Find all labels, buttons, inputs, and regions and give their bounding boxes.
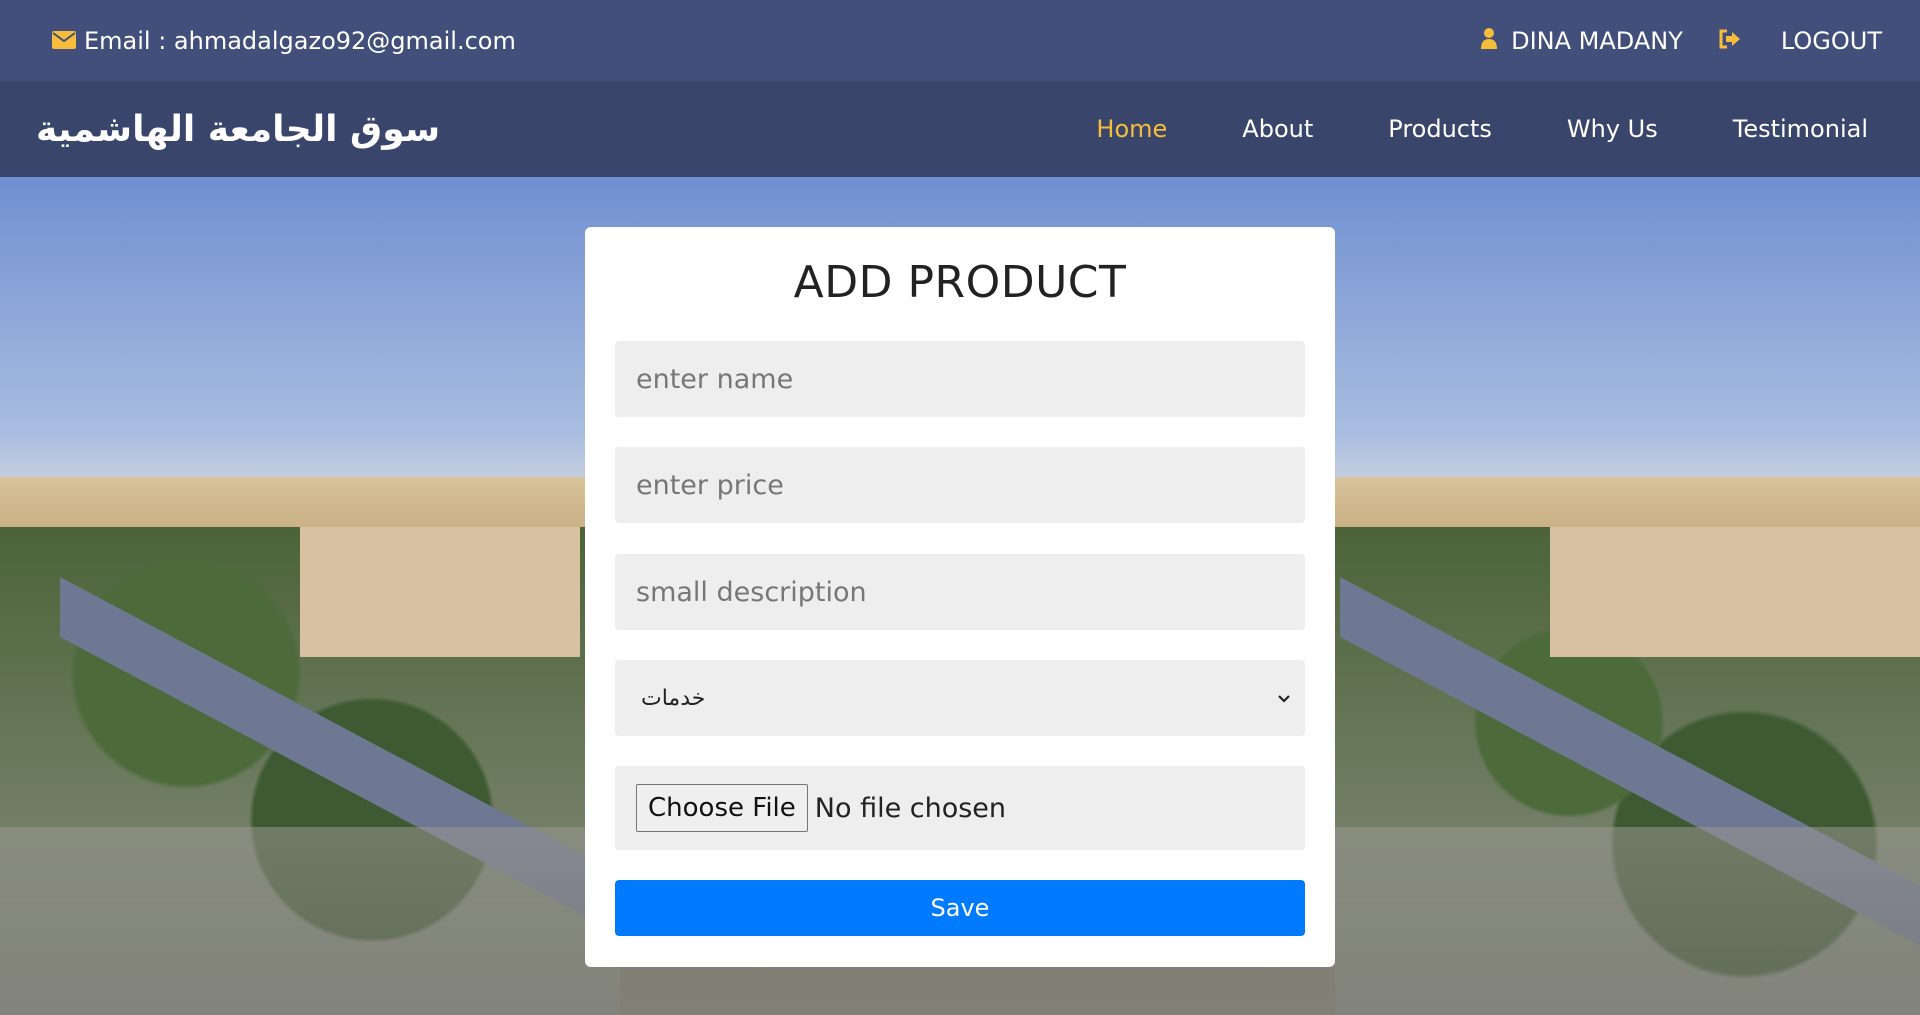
building-right xyxy=(1550,527,1920,657)
chevron-down-icon xyxy=(1277,688,1291,709)
username: DINA MADANY xyxy=(1511,26,1683,55)
sign-out-icon[interactable] xyxy=(1719,27,1741,55)
category-select[interactable]: خدمات xyxy=(615,660,1305,736)
nav-about[interactable]: About xyxy=(1242,115,1313,143)
category-selected-value: خدمات xyxy=(641,685,706,711)
add-product-form: ADD PRODUCT خدمات Choose File No file ch… xyxy=(585,227,1335,967)
user-area: DINA MADANY LOGOUT xyxy=(1481,0,1882,81)
file-status: No file chosen xyxy=(814,792,1007,824)
save-button[interactable]: Save xyxy=(615,880,1305,936)
contact-email: Email : ahmadalgazo92@gmail.com xyxy=(52,0,516,81)
image-file-input: Choose File No file chosen xyxy=(615,766,1305,850)
nav-links: Home About Products Why Us Testimonial xyxy=(1021,81,1868,177)
product-description-input[interactable] xyxy=(615,554,1305,630)
nav-products[interactable]: Products xyxy=(1388,115,1492,143)
brand-logo-text[interactable]: سوق الجامعة الهاشمية xyxy=(36,81,440,177)
top-bar: Email : ahmadalgazo92@gmail.com DINA MAD… xyxy=(0,0,1920,81)
choose-file-button[interactable]: Choose File xyxy=(636,784,808,832)
main-navbar: سوق الجامعة الهاشمية Home About Products… xyxy=(0,81,1920,177)
nav-testimonial[interactable]: Testimonial xyxy=(1733,115,1868,143)
logout-link[interactable]: LOGOUT xyxy=(1781,27,1882,55)
form-title: ADD PRODUCT xyxy=(793,257,1127,308)
user-icon xyxy=(1481,27,1498,55)
product-name-input[interactable] xyxy=(615,341,1305,417)
envelope-icon xyxy=(52,27,76,55)
email-text: Email : ahmadalgazo92@gmail.com xyxy=(84,26,516,55)
nav-why-us[interactable]: Why Us xyxy=(1567,115,1658,143)
product-price-input[interactable] xyxy=(615,447,1305,523)
nav-home[interactable]: Home xyxy=(1096,115,1167,143)
building-left xyxy=(300,527,580,657)
